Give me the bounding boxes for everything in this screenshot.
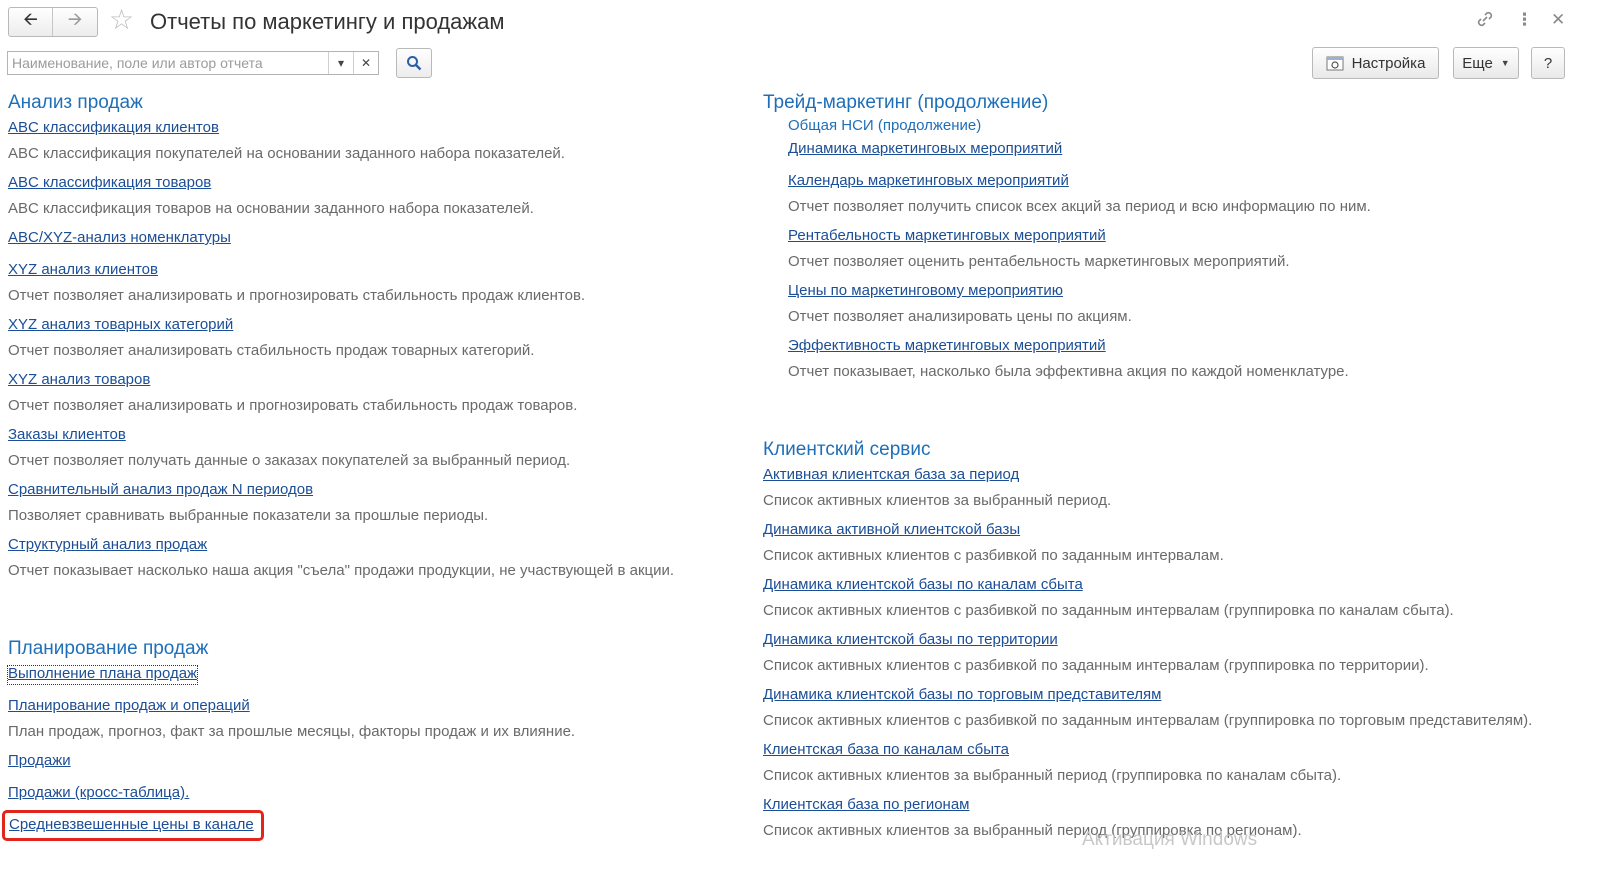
chevron-down-icon: ▾ (337, 56, 345, 70)
section-title-client-service: Клиентский сервис (763, 439, 931, 460)
report-link[interactable]: Выполнение плана продаж (8, 665, 197, 682)
report-link[interactable]: Клиентская база по регионам (763, 796, 969, 813)
section-title-sales-analysis: Анализ продаж (8, 92, 143, 113)
back-button[interactable]: 🡨 (9, 8, 53, 36)
report-link[interactable]: Цены по маркетинговому мероприятию (788, 282, 1063, 299)
report-link[interactable]: Заказы клиентов (8, 426, 126, 443)
dropdown-arrow-icon: ▼ (1500, 58, 1510, 68)
report-link[interactable]: Динамика клиентской базы по территории (763, 631, 1058, 648)
report-description: План продаж, прогноз, факт за прошлые ме… (8, 723, 576, 740)
windows-activation-watermark: Активация Windows (1082, 829, 1258, 850)
report-link[interactable]: Сравнительный анализ продаж N периодов (8, 481, 313, 498)
report-description: Список активных клиентов с разбивкой по … (763, 657, 1429, 674)
highlight-annotation (2, 810, 264, 841)
settings-button-label: Настройка (1351, 54, 1426, 72)
report-description: Список активных клиентов за выбранный пе… (763, 767, 1342, 784)
report-link[interactable]: Структурный анализ продаж (8, 536, 207, 553)
search-icon (407, 56, 422, 71)
navigation-buttons: 🡨 🡪 (8, 7, 98, 37)
section-title-sales-planning: Планирование продаж (8, 638, 209, 659)
report-description: Отчет показывает насколько наша акция "с… (8, 562, 675, 579)
search-dropdown-button[interactable]: ▾ (328, 52, 353, 74)
report-link[interactable]: XYZ анализ клиентов (8, 261, 158, 278)
more-button[interactable]: Еще ▼ (1453, 47, 1519, 79)
report-link[interactable]: XYZ анализ товаров (8, 371, 150, 388)
report-link[interactable]: Активная клиентская база за период (763, 466, 1019, 483)
report-description: Отчет позволяет анализировать и прогнози… (8, 287, 586, 304)
clear-icon: ✕ (360, 56, 372, 70)
page-title: Отчеты по маркетингу и продажам (150, 9, 505, 34)
report-link[interactable]: Динамика клиентской базы по каналам сбыт… (763, 576, 1083, 593)
favorite-star-icon[interactable]: ☆ (109, 6, 134, 34)
report-link[interactable]: Календарь маркетинговых мероприятий (788, 172, 1069, 189)
arrow-right-icon: 🡪 (67, 9, 83, 29)
report-description: ABC классификация товаров на основании з… (8, 200, 534, 217)
arrow-left-icon: 🡨 (23, 9, 38, 29)
report-link[interactable]: Динамика маркетинговых мероприятий (788, 140, 1062, 157)
report-description: Отчет позволяет получать данные о заказа… (8, 452, 571, 469)
report-description: Список активных клиентов с разбивкой по … (763, 547, 1224, 564)
report-link[interactable]: Динамика клиентской базы по торговым пре… (763, 686, 1161, 703)
subgroup-title: Общая НСИ (продолжение) (788, 117, 982, 134)
help-button[interactable]: ? (1531, 47, 1565, 79)
search-button[interactable] (396, 48, 432, 78)
report-description: Отчет позволяет анализировать стабильнос… (8, 342, 535, 359)
search-input[interactable] (8, 52, 328, 74)
report-description: Отчет показывает, насколько была эффекти… (788, 363, 1349, 380)
search-clear-button[interactable]: ✕ (353, 52, 378, 74)
report-description: Список активных клиентов за выбранный пе… (763, 492, 1112, 509)
report-link[interactable]: Эффективность маркетинговых мероприятий (788, 337, 1106, 354)
more-button-label: Еще (1462, 54, 1493, 72)
report-link[interactable]: Продажи (8, 752, 71, 769)
report-link[interactable]: Планирование продаж и операций (8, 697, 250, 714)
report-description: Позволяет сравнивать выбранные показател… (8, 507, 489, 524)
report-link[interactable]: XYZ анализ товарных категорий (8, 316, 233, 333)
section-title-trade-marketing: Трейд-маркетинг (продолжение) (763, 92, 1049, 113)
report-description: Список активных клиентов с разбивкой по … (763, 602, 1454, 619)
report-link[interactable]: ABC классификация товаров (8, 174, 211, 191)
report-description: ABC классификация покупателей на основан… (8, 145, 565, 162)
more-vertical-icon[interactable]: ⋮ (1516, 10, 1533, 30)
report-description: Отчет позволяет оценить рентабельность м… (788, 253, 1290, 270)
report-description: Список активных клиентов с разбивкой по … (763, 712, 1533, 729)
report-link[interactable]: ABC/XYZ-анализ номенклатуры (8, 229, 231, 246)
report-link[interactable]: Динамика активной клиентской базы (763, 521, 1020, 538)
report-link[interactable]: Продажи (кросс-таблица). (8, 784, 189, 801)
report-description: Отчет позволяет получить список всех акц… (788, 198, 1371, 215)
settings-button[interactable]: Настройка (1312, 47, 1439, 79)
report-description: Отчет позволяет анализировать и прогнози… (8, 397, 578, 414)
search-field: ▾ ✕ (7, 51, 379, 75)
forward-button[interactable]: 🡪 (53, 8, 97, 36)
report-link[interactable]: Рентабельность маркетинговых мероприятий (788, 227, 1106, 244)
link-icon[interactable] (1476, 10, 1494, 33)
report-link[interactable]: Клиентская база по каналам сбыта (763, 741, 1009, 758)
close-icon[interactable]: ✕ (1551, 10, 1565, 30)
help-button-label: ? (1543, 54, 1553, 72)
report-link[interactable]: ABC классификация клиентов (8, 119, 219, 136)
settings-calendar-icon (1326, 56, 1344, 71)
report-description: Отчет позволяет анализировать цены по ак… (788, 308, 1132, 325)
